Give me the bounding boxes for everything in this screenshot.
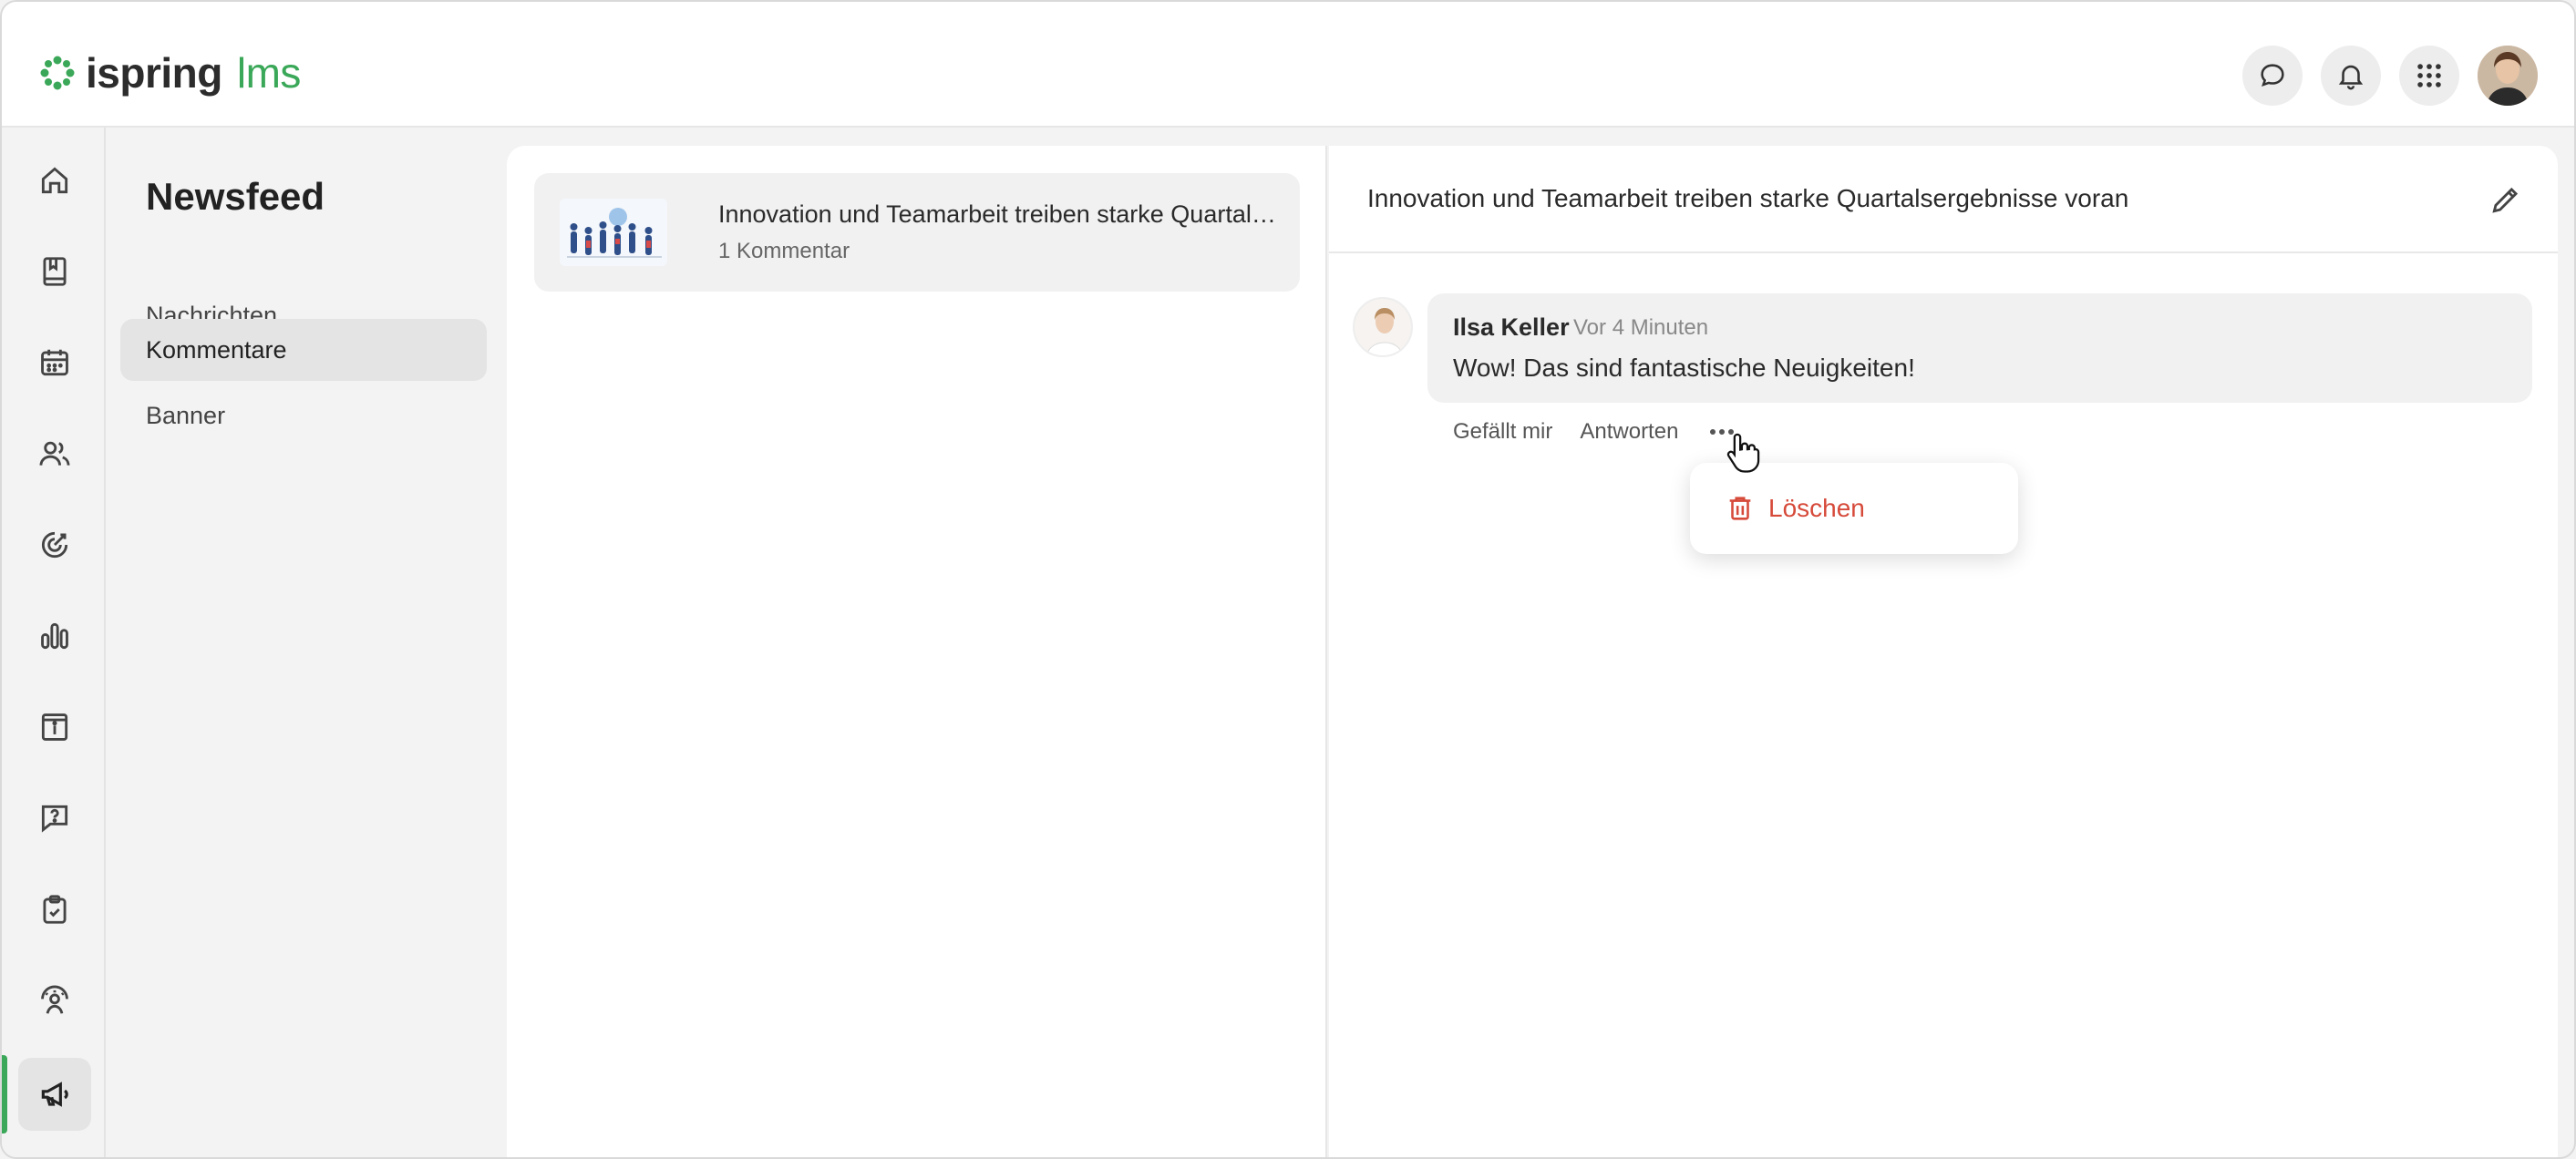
calendar-icon (41, 349, 68, 376)
comment-bubble: Ilsa Keller Vor 4 Minuten Wow! Das sind … (1427, 293, 2532, 403)
user-avatar-image (2478, 46, 2538, 106)
app-window: ispring lms Newsfeed Nachrichten Komment… (0, 0, 2576, 1159)
home-icon (41, 167, 68, 194)
bar-chart-icon (41, 622, 68, 650)
comment-detail-panel: Innovation und Teamarbeit treiben starke… (1329, 146, 2558, 1157)
like-button[interactable]: Gefällt mir (1453, 419, 1552, 445)
comment-author[interactable]: Ilsa Keller (1453, 313, 1570, 342)
reply-button[interactable]: Antworten (1580, 419, 1678, 445)
clipboard-check-icon (43, 895, 67, 924)
comment-actions: Gefällt mir Antworten (1453, 414, 1738, 450)
logo[interactable]: ispring lms (38, 47, 301, 98)
help-chat-icon (41, 805, 68, 833)
book-icon (43, 257, 67, 286)
news-title: Innovation und Teamarbeit treiben starke… (718, 200, 1283, 228)
rail-item-users[interactable] (18, 417, 91, 490)
notifications-button[interactable] (2321, 46, 2381, 106)
rail-item-performance[interactable] (18, 964, 91, 1037)
user-gauge-icon (41, 985, 68, 1014)
apps-grid-icon (2417, 64, 2441, 87)
ispring-logo-icon (40, 56, 75, 90)
comment-time: Vor 4 Minuten (1573, 315, 1709, 340)
rail-item-tasks[interactable] (18, 873, 91, 946)
apps-button[interactable] (2399, 46, 2459, 106)
chat-button[interactable] (2242, 46, 2303, 106)
section-nav: Newsfeed Nachrichten Kommentare Banner (106, 128, 503, 1157)
nav-item-banner[interactable]: Banner (120, 385, 487, 446)
rail-active-indicator (2, 1055, 7, 1133)
left-rail (2, 128, 106, 1157)
nav-item-label: Kommentare (146, 335, 287, 364)
bell-icon (2338, 65, 2364, 90)
comment-text: Wow! Das sind fantastische Neuigkeiten! (1453, 354, 1915, 382)
commenter-avatar-image (1355, 299, 1411, 355)
nav-item-label: Banner (146, 401, 226, 429)
user-avatar[interactable] (2478, 46, 2538, 106)
rail-item-courses[interactable] (18, 235, 91, 308)
rail-item-goals[interactable] (18, 508, 91, 581)
hand-cursor-icon (1726, 433, 1760, 473)
info-board-icon (41, 713, 68, 741)
rail-item-calendar[interactable] (18, 326, 91, 399)
news-list-panel: Innovation und Teamarbeit treiben starke… (507, 146, 1327, 1157)
comment-count: 1 Kommentar (718, 239, 850, 263)
trash-icon (1729, 497, 1751, 520)
top-bar: ispring lms (2, 2, 2574, 128)
comment-options-menu: Löschen (1690, 463, 2018, 554)
team-illustration-image (560, 199, 667, 266)
detail-header: Innovation und Teamarbeit treiben starke… (1329, 146, 2558, 253)
nav-item-comments[interactable]: Kommentare (120, 319, 487, 381)
rail-item-home[interactable] (18, 144, 91, 217)
commenter-avatar (1353, 297, 1413, 357)
list-item[interactable]: Innovation und Teamarbeit treiben starke… (534, 173, 1300, 292)
detail-title: Innovation und Teamarbeit treiben starke… (1367, 184, 2129, 212)
delete-label: Löschen (1768, 494, 1865, 522)
rail-item-help[interactable] (18, 782, 91, 855)
target-icon (41, 531, 68, 559)
delete-menu-item[interactable]: Löschen (1725, 488, 1865, 528)
logo-text-ispring: ispring (86, 49, 222, 97)
news-thumbnail (560, 199, 667, 266)
rail-item-newsfeed[interactable] (18, 1058, 91, 1131)
megaphone-icon (41, 1082, 68, 1107)
chat-icon (2261, 64, 2284, 87)
rail-item-reports[interactable] (18, 600, 91, 672)
rail-item-info[interactable] (18, 691, 91, 764)
pencil-icon[interactable] (2488, 182, 2523, 217)
logo-text-lms: lms (236, 49, 302, 97)
page-title: Newsfeed (146, 175, 325, 218)
users-icon (39, 441, 70, 466)
